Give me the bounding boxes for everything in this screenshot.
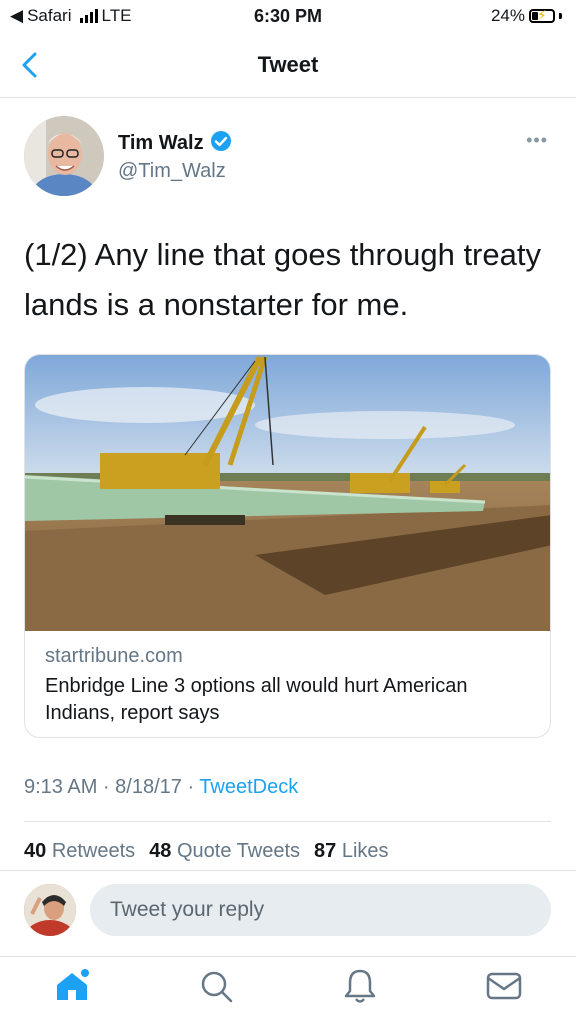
home-icon[interactable]	[52, 966, 92, 1006]
nav-header: Tweet	[0, 36, 576, 98]
card-image	[25, 355, 550, 631]
page-title: Tweet	[257, 52, 319, 77]
status-bar: ◀ Safari LTE 6:30 PM 24% ⚡	[0, 0, 576, 36]
user-avatar[interactable]	[24, 884, 76, 936]
card-title: Enbridge Line 3 options all would hurt A…	[45, 675, 468, 724]
divider	[0, 956, 576, 957]
quotes-stat[interactable]: 48 Quote Tweets	[149, 840, 300, 863]
engagement-stats: 40 Retweets 48 Quote Tweets 87 Likes	[24, 840, 389, 863]
divider	[24, 821, 551, 822]
timestamp-text: 9:13 AM · 8/18/17 ·	[24, 776, 200, 798]
card-domain: startribune.com	[45, 645, 183, 667]
tab-bar	[0, 958, 576, 1024]
likes-stat[interactable]: 87 Likes	[314, 840, 389, 863]
battery-cap	[559, 13, 562, 19]
link-card[interactable]: startribune.com Enbridge Line 3 options …	[24, 354, 551, 738]
verified-badge-icon	[210, 130, 232, 157]
likes-count: 87	[314, 840, 337, 862]
status-right: 24% ⚡	[491, 6, 562, 26]
source-link[interactable]: TweetDeck	[199, 776, 298, 798]
battery-icon: ⚡	[529, 7, 555, 23]
likes-label: Likes	[341, 840, 389, 862]
notifications-icon[interactable]	[340, 966, 380, 1006]
tweet-text: (1/2) Any line that goes through treaty …	[24, 237, 541, 322]
divider	[0, 870, 576, 871]
battery-percent: 24%	[490, 6, 525, 25]
retweets-stat[interactable]: 40 Retweets	[24, 840, 135, 863]
quotes-count: 48	[149, 840, 172, 862]
retweets-label: Retweets	[51, 840, 136, 862]
messages-icon[interactable]	[484, 966, 524, 1006]
more-options-icon[interactable]: •••	[526, 130, 548, 151]
author-avatar[interactable]	[24, 116, 104, 196]
status-time: 6:30 PM	[253, 6, 323, 26]
author-handle[interactable]: @Tim_Walz	[118, 160, 226, 183]
author-name: Tim Walz	[118, 132, 204, 154]
quotes-label: Quote Tweets	[177, 840, 301, 862]
tweet-timestamp: 9:13 AM · 8/18/17 · TweetDeck	[24, 776, 298, 799]
search-icon[interactable]	[196, 966, 236, 1006]
retweets-count: 40	[24, 840, 47, 862]
author-name-row[interactable]: Tim Walz	[118, 130, 232, 157]
reply-input[interactable]	[90, 884, 551, 936]
